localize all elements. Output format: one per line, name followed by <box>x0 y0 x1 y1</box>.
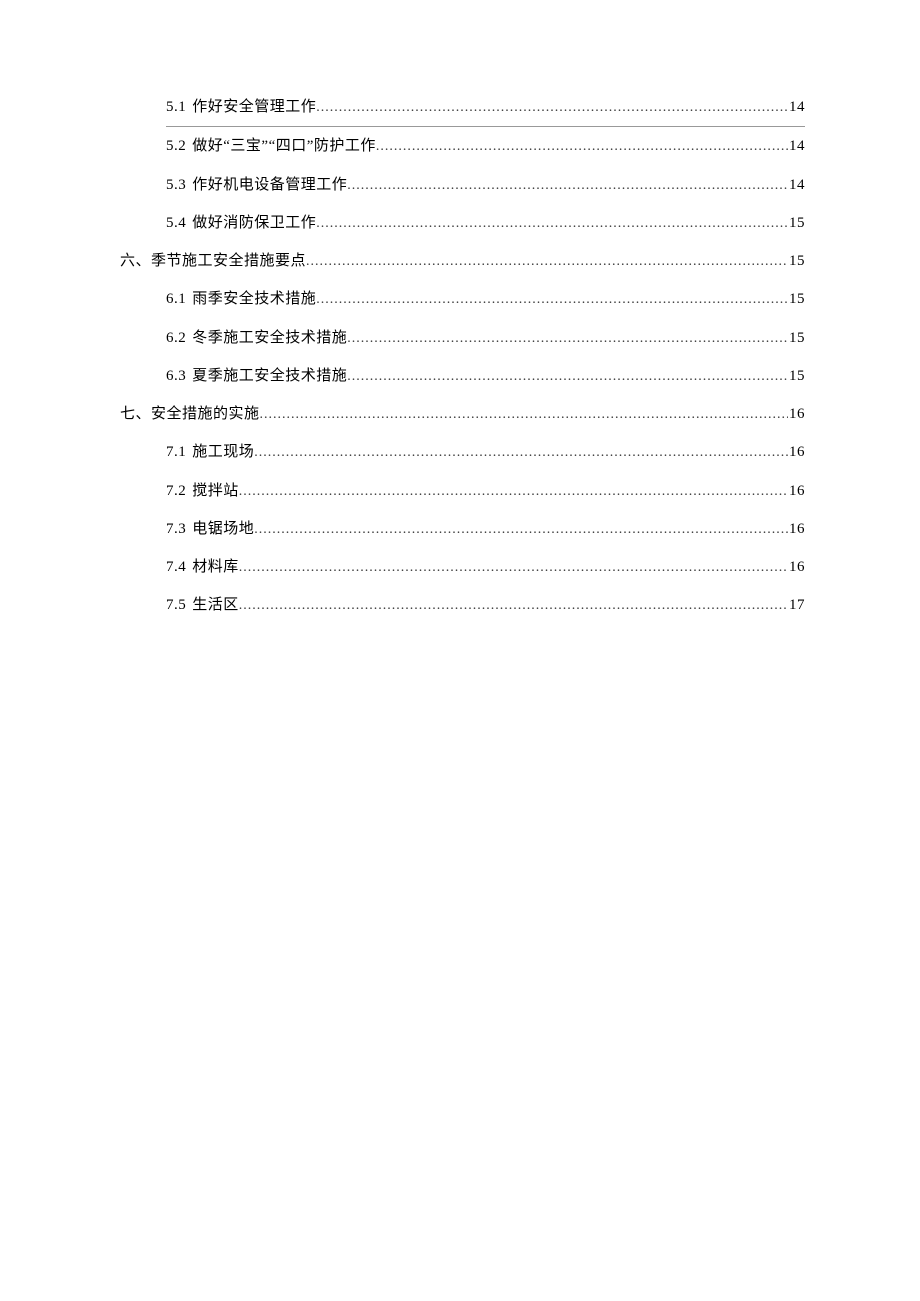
toc-entry: 7.1 施工现场.................................… <box>166 433 805 471</box>
toc-entry: 5.3 作好机电设备管理工作...........................… <box>166 166 805 204</box>
toc-entry-number: 6.3 <box>166 357 186 395</box>
toc-entry-page: 15 <box>788 280 805 318</box>
toc-entry-number: 7.3 <box>166 510 186 548</box>
toc-entry-page: 14 <box>788 127 805 165</box>
toc-dots: ........................................… <box>254 435 788 471</box>
toc-entry: 5.2 做好“三宝”“四口”防护工作.......................… <box>166 127 805 165</box>
toc-entry: 5.4 做好消防保卫工作.............................… <box>166 204 805 242</box>
toc-entry-page: 16 <box>788 433 805 471</box>
table-of-contents: 5.1 作好安全管理工作.............................… <box>120 88 805 625</box>
toc-entry-page: 16 <box>788 510 805 548</box>
toc-entry-title: 搅拌站 <box>192 472 239 510</box>
toc-entry-number: 7.4 <box>166 548 186 586</box>
toc-entry-number: 6.1 <box>166 280 186 318</box>
toc-entry: 6.3 夏季施工安全技术措施...........................… <box>166 357 805 395</box>
toc-dots: ........................................… <box>316 206 788 242</box>
toc-entry-title: 安全措施的实施 <box>151 395 260 433</box>
toc-entry-title: 作好机电设备管理工作 <box>192 166 347 204</box>
toc-entry-title: 做好“三宝”“四口”防护工作 <box>192 127 376 165</box>
toc-entry-page: 15 <box>788 204 805 242</box>
toc-entry-title: 冬季施工安全技术措施 <box>192 319 347 357</box>
toc-entry: 5.1 作好安全管理工作.............................… <box>166 88 805 127</box>
toc-entry-page: 16 <box>788 472 805 510</box>
toc-dots: ........................................… <box>306 244 788 280</box>
toc-entry-title: 电锯场地 <box>192 510 254 548</box>
toc-entry: 7.4 材料库..................................… <box>166 548 805 586</box>
toc-dots: ........................................… <box>254 512 788 548</box>
toc-entry: 6.2 冬季施工安全技术措施...........................… <box>166 319 805 357</box>
toc-entry: 7.2 搅拌站..................................… <box>166 472 805 510</box>
toc-dots: ........................................… <box>316 282 788 318</box>
toc-entry: 6.1 雨季安全技术措施.............................… <box>166 280 805 318</box>
toc-entry-number: 七、 <box>120 395 151 433</box>
toc-entry-title: 季节施工安全措施要点 <box>151 242 306 280</box>
toc-entry-page: 16 <box>788 548 805 586</box>
toc-entry-number: 5.4 <box>166 204 186 242</box>
toc-entry-number: 5.1 <box>166 88 186 126</box>
toc-entry-number: 六、 <box>120 242 151 280</box>
toc-entry-title: 生活区 <box>192 586 239 624</box>
toc-entry-page: 15 <box>788 242 805 280</box>
toc-entry-page: 15 <box>788 357 805 395</box>
toc-entry-title: 材料库 <box>192 548 239 586</box>
toc-dots: ........................................… <box>347 359 788 395</box>
toc-entry-number: 7.2 <box>166 472 186 510</box>
toc-entry: 7.3 电锯场地.................................… <box>166 510 805 548</box>
toc-dots: ........................................… <box>376 129 788 165</box>
toc-entry-page: 14 <box>788 88 805 126</box>
toc-entry-title: 施工现场 <box>192 433 254 471</box>
toc-dots: ........................................… <box>260 397 788 433</box>
toc-entry-number: 6.2 <box>166 319 186 357</box>
toc-entry: 7.5 生活区..................................… <box>166 586 805 624</box>
toc-entry-title: 做好消防保卫工作 <box>192 204 316 242</box>
toc-entry-number: 5.2 <box>166 127 186 165</box>
toc-dots: ........................................… <box>239 550 788 586</box>
toc-dots: ........................................… <box>316 90 788 126</box>
toc-entry-number: 5.3 <box>166 166 186 204</box>
toc-entry-page: 17 <box>788 586 805 624</box>
toc-dots: ........................................… <box>239 474 788 510</box>
toc-entry-page: 14 <box>788 166 805 204</box>
toc-entry-title: 夏季施工安全技术措施 <box>192 357 347 395</box>
toc-dots: ........................................… <box>347 168 788 204</box>
toc-entry-number: 7.1 <box>166 433 186 471</box>
toc-entry-title: 作好安全管理工作 <box>192 88 316 126</box>
toc-entry-page: 15 <box>788 319 805 357</box>
toc-entry: 七、安全措施的实施...............................… <box>120 395 805 433</box>
toc-entry-number: 7.5 <box>166 586 186 624</box>
toc-dots: ........................................… <box>347 321 788 357</box>
toc-entry-title: 雨季安全技术措施 <box>192 280 316 318</box>
toc-dots: ........................................… <box>239 588 788 624</box>
toc-entry-page: 16 <box>788 395 805 433</box>
toc-entry: 六、季节施工安全措施要点............................… <box>120 242 805 280</box>
